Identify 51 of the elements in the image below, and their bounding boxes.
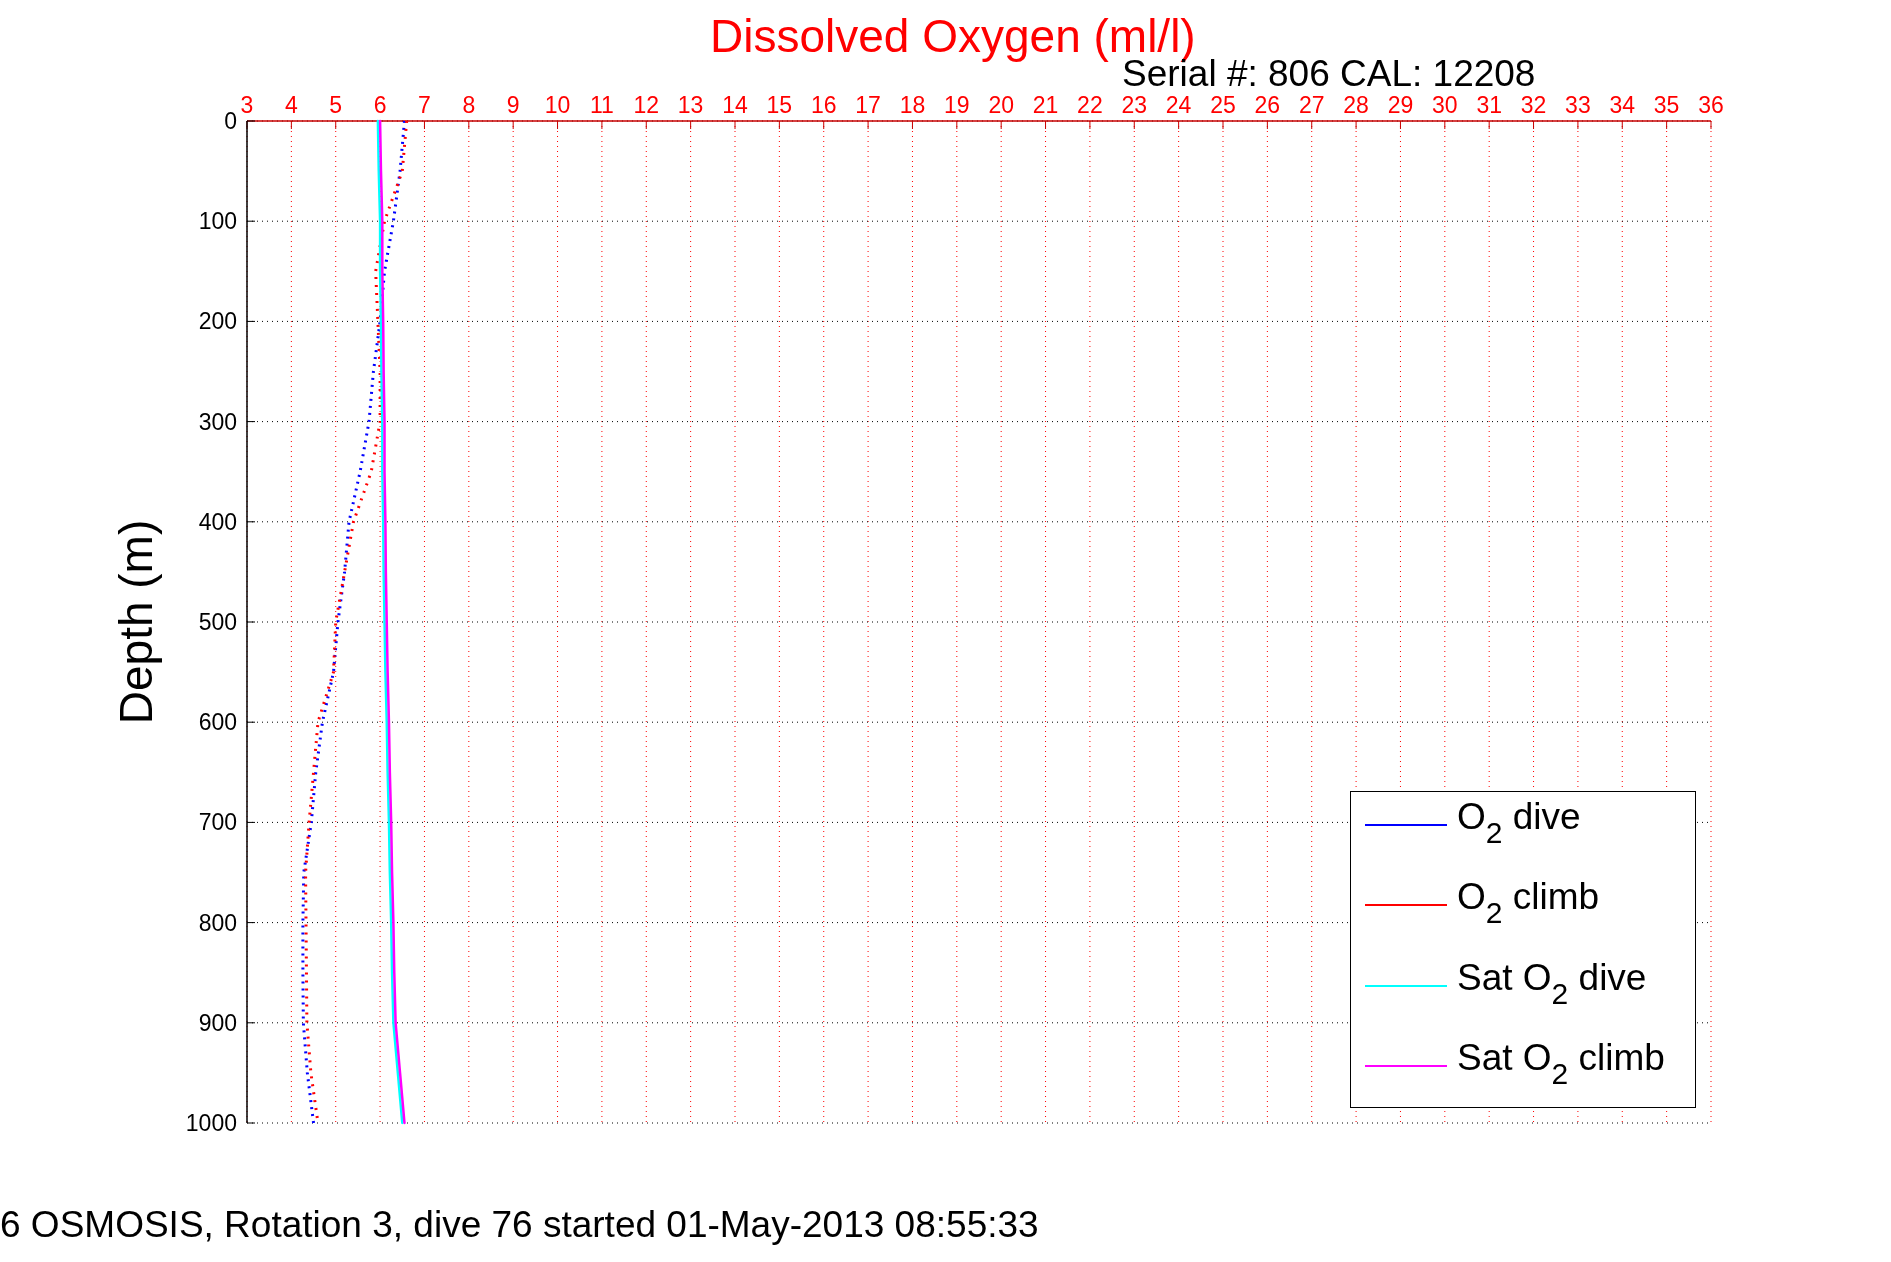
tick-label: 13 <box>677 92 704 118</box>
axis-label: Depth (m) <box>110 519 162 725</box>
tick-label: 26 <box>1254 92 1281 118</box>
tick-label: 22 <box>1077 92 1103 118</box>
tick-label: 12 <box>633 92 660 118</box>
tick-label: 10 <box>544 92 571 118</box>
tick-label: 5 <box>329 92 343 118</box>
tick-label: 16 <box>810 92 837 118</box>
tick-label: 11 <box>589 92 614 118</box>
tick-label: 34 <box>1609 92 1636 118</box>
tick-label: 600 <box>198 709 237 736</box>
legend-label: Sat O$_{2}$ dive <box>1457 956 1647 1012</box>
tick-label: 0 <box>224 108 237 134</box>
tick-label: 400 <box>198 508 237 535</box>
tick-label: 28 <box>1343 92 1369 118</box>
tick-label: 33 <box>1565 92 1591 118</box>
tick-label: 25 <box>1210 92 1236 118</box>
dive-caption: 6 OSMOSIS, Rotation 3, dive 76 started 01-May-2013 08:55:33 <box>0 1203 1039 1247</box>
tick-label: 9 <box>506 92 520 118</box>
tick-label: 900 <box>198 1009 237 1036</box>
tick-label: 19 <box>944 92 970 118</box>
tick-label: 20 <box>988 92 1014 118</box>
tick-label: 300 <box>198 408 237 435</box>
tick-label: 36 <box>1698 92 1724 118</box>
tick-label: 1000 <box>185 1110 237 1136</box>
tick-label: 17 <box>855 92 881 118</box>
tick-label: 18 <box>899 92 926 118</box>
tick-label: 800 <box>198 909 237 936</box>
tick-label: 27 <box>1298 92 1325 118</box>
tick-label: 700 <box>198 809 237 836</box>
tick-label: 14 <box>722 92 748 118</box>
tick-label: 4 <box>284 92 298 118</box>
tick-label: 24 <box>1165 92 1192 118</box>
tick-label: 3 <box>240 92 254 118</box>
tick-label: 32 <box>1520 92 1547 118</box>
tick-label: 29 <box>1387 92 1414 118</box>
tick-label: 30 <box>1432 92 1458 118</box>
tick-label: 7 <box>418 92 431 118</box>
tick-label: 21 <box>1032 92 1059 118</box>
legend-label: O$_{2}$ dive <box>1457 796 1581 851</box>
tick-label: 6 <box>373 92 387 118</box>
legend-label: O$_{2}$ climb <box>1457 876 1600 932</box>
tick-label: 23 <box>1121 92 1148 118</box>
tick-label: 8 <box>462 92 476 118</box>
legend-label: Sat O$_{2}$ climb <box>1457 1037 1665 1092</box>
tick-label: 35 <box>1653 92 1680 118</box>
tick-label: 31 <box>1476 92 1502 118</box>
tick-label: 500 <box>198 609 237 635</box>
tick-label: 200 <box>198 308 237 335</box>
tick-label: 100 <box>198 208 237 235</box>
tick-label: 15 <box>766 92 793 118</box>
